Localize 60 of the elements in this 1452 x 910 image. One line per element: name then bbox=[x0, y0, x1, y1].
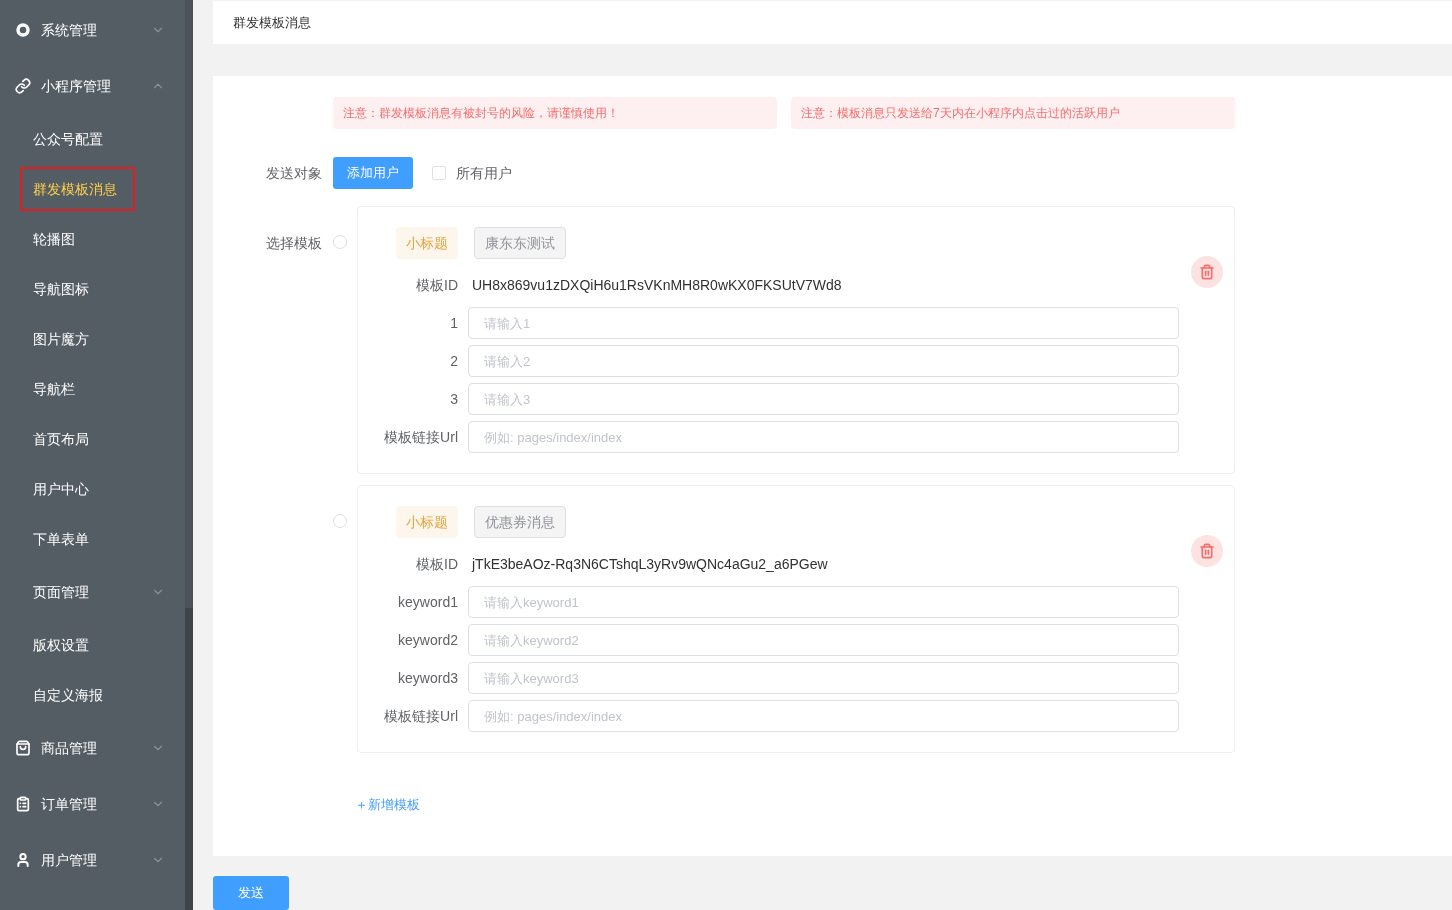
input-field[interactable]: 请输入keyword3 bbox=[468, 662, 1179, 694]
sidebar-item[interactable]: 群发模板消息 bbox=[20, 167, 135, 211]
field-label: keyword1 bbox=[397, 592, 458, 612]
user-icon bbox=[15, 852, 31, 868]
sidebar-item[interactable]: 公众号配置 bbox=[20, 117, 103, 161]
trash-icon bbox=[1199, 543, 1215, 559]
trash-icon bbox=[1199, 264, 1215, 280]
sidebar-item[interactable]: 页面管理 bbox=[0, 564, 185, 620]
sidebar-item[interactable]: 版权设置 bbox=[20, 623, 89, 667]
field-label: 模板ID bbox=[415, 275, 458, 295]
template-name-tag: 康东东测试 bbox=[474, 227, 566, 259]
field-label: 模板链接Url bbox=[383, 427, 458, 447]
input-field[interactable]: 请输入2 bbox=[468, 345, 1179, 377]
warning-alert: 注意：群发模板消息有被封号的风险，请谨慎使用！ bbox=[333, 97, 777, 129]
sidebar-group[interactable]: 用户管理 bbox=[0, 832, 185, 888]
sidebar-item[interactable]: 导航栏 bbox=[20, 367, 75, 411]
field-label: keyword2 bbox=[397, 630, 458, 650]
input-field[interactable]: 请输入3 bbox=[468, 383, 1179, 415]
ring-icon bbox=[15, 22, 31, 38]
input-field[interactable]: 例如: pages/index/index bbox=[468, 421, 1179, 453]
sidebar-group[interactable]: 小程序管理 bbox=[0, 58, 185, 114]
clipboard-icon bbox=[15, 796, 31, 812]
template-id: UH8x869vu1zDXQiH6u1RsVKnMH8R0wKX0FKSUtV7Wd8 bbox=[472, 275, 842, 295]
field-label: keyword3 bbox=[397, 668, 458, 688]
template-id: jTkE3beAOz-Rq3N6CTshqL3yRv9wQNc4aGu2_a6PGew bbox=[472, 554, 828, 574]
sidebar-item[interactable]: 用户中心 bbox=[20, 467, 89, 511]
checkbox[interactable] bbox=[432, 166, 446, 180]
input-field[interactable]: 请输入keyword2 bbox=[468, 624, 1179, 656]
page-title: 群发模板消息 bbox=[233, 13, 311, 32]
delete-button[interactable] bbox=[1191, 535, 1223, 567]
form-label: 发送对象 bbox=[265, 163, 323, 183]
warning-alert: 注意：模板消息只发送给7天内在小程序内点击过的活跃用户 bbox=[791, 97, 1235, 129]
sidebar-item[interactable]: 自定义海报 bbox=[20, 673, 103, 717]
input-field[interactable]: 例如: pages/index/index bbox=[468, 700, 1179, 732]
sidebar-item[interactable]: 导航图标 bbox=[20, 267, 89, 311]
field-label: 2 bbox=[449, 351, 458, 371]
subtitle-tag: 小标题 bbox=[396, 506, 458, 538]
sidebar-group[interactable]: 系统管理 bbox=[0, 2, 185, 58]
radio-button[interactable] bbox=[333, 514, 347, 528]
sidebar-item[interactable]: 下单表单 bbox=[20, 517, 89, 561]
scrollbar-thumb[interactable] bbox=[185, 0, 193, 608]
form-label: 选择模板 bbox=[266, 235, 322, 251]
sidebar-group[interactable]: 商品管理 bbox=[0, 720, 185, 776]
bag-icon bbox=[15, 740, 31, 756]
field-label: 模板ID bbox=[415, 554, 458, 574]
input-field[interactable]: 请输入1 bbox=[468, 307, 1179, 339]
sidebar-item[interactable]: 轮播图 bbox=[20, 217, 75, 261]
field-label: 1 bbox=[449, 313, 458, 333]
input-field[interactable]: 请输入keyword1 bbox=[468, 586, 1179, 618]
sidebar-item[interactable]: 首页布局 bbox=[20, 417, 89, 461]
sidebar-item[interactable]: 图片魔方 bbox=[20, 317, 89, 361]
checkbox-label: 所有用户 bbox=[456, 163, 512, 183]
sidebar-group[interactable]: 订单管理 bbox=[0, 776, 185, 832]
radio-button[interactable] bbox=[333, 235, 347, 249]
subtitle-tag: 小标题 bbox=[396, 227, 458, 259]
template-name-tag: 优惠券消息 bbox=[474, 506, 566, 538]
link-icon bbox=[15, 78, 31, 94]
field-label: 模板链接Url bbox=[383, 706, 458, 726]
delete-button[interactable] bbox=[1191, 256, 1223, 288]
field-label: 3 bbox=[449, 389, 458, 409]
